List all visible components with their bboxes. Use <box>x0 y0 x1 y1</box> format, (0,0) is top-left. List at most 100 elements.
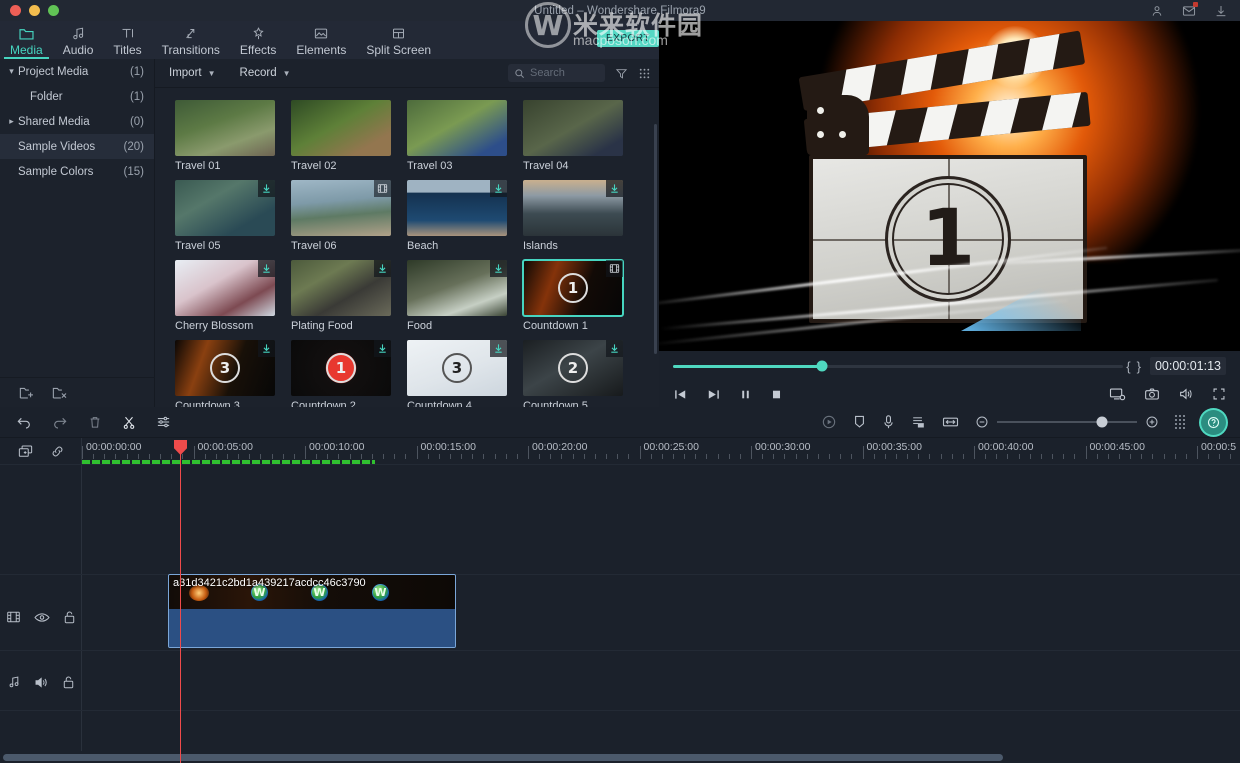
next-frame-icon[interactable] <box>706 388 721 401</box>
media-thumbnail[interactable] <box>291 100 391 156</box>
sidebar-item-sample-colors[interactable]: Sample Colors (15) <box>0 159 154 184</box>
media-thumbnail[interactable]: 3 <box>407 340 507 396</box>
film-icon[interactable] <box>6 610 21 624</box>
cut-icon[interactable] <box>122 415 136 430</box>
delete-folder-icon[interactable] <box>51 385 68 400</box>
search-box[interactable] <box>508 64 605 82</box>
media-thumbnail[interactable] <box>291 180 391 236</box>
tab-effects[interactable]: Effects <box>230 21 286 59</box>
lock-icon[interactable] <box>63 610 76 625</box>
speaker-icon[interactable] <box>34 676 49 689</box>
download-icon[interactable] <box>374 260 391 277</box>
chevron-down-icon[interactable]: ▼ <box>208 69 216 78</box>
grip-icon[interactable] <box>1175 415 1185 429</box>
stop-icon[interactable] <box>770 388 783 401</box>
media-thumbnail[interactable] <box>523 100 623 156</box>
eye-icon[interactable] <box>34 611 50 624</box>
zoom-handle[interactable] <box>1096 416 1108 428</box>
record-button[interactable]: Record ▼ <box>240 67 291 79</box>
fullscreen-icon[interactable] <box>1212 387 1226 401</box>
media-item[interactable]: Food <box>407 260 507 332</box>
media-item[interactable]: Travel 04 <box>523 100 623 172</box>
sidebar-item-project-media[interactable]: ▾ Project Media (1) <box>0 59 154 84</box>
media-item[interactable]: Travel 03 <box>407 100 507 172</box>
media-item[interactable]: Travel 01 <box>175 100 275 172</box>
media-item[interactable]: 1 Countdown 2 <box>291 340 391 407</box>
download-icon[interactable] <box>490 340 507 357</box>
zoom-out-icon[interactable] <box>975 415 989 429</box>
marker-icon[interactable] <box>853 414 866 430</box>
media-item[interactable]: Cherry Blossom <box>175 260 275 332</box>
filter-icon[interactable] <box>615 67 628 80</box>
media-thumbnail[interactable]: 3 <box>175 340 275 396</box>
media-item[interactable]: Islands <box>523 180 623 252</box>
media-item[interactable]: 3 Countdown 3 <box>175 340 275 407</box>
tab-elements[interactable]: Elements <box>286 21 356 59</box>
media-thumbnail[interactable] <box>175 180 275 236</box>
media-thumbnail[interactable] <box>407 180 507 236</box>
media-thumbnail[interactable] <box>175 260 275 316</box>
search-input[interactable] <box>530 67 599 79</box>
media-thumbnail[interactable] <box>291 260 391 316</box>
media-item[interactable]: Travel 05 <box>175 180 275 252</box>
chevron-right-icon[interactable]: ▸ <box>6 116 17 127</box>
zoom-in-icon[interactable] <box>1145 415 1159 429</box>
timeline-clip[interactable]: W W W a31d3421c2bd1a439217acdcc46c3790 <box>168 574 456 648</box>
delete-icon[interactable] <box>88 415 102 430</box>
fit-timeline-icon[interactable] <box>942 415 959 429</box>
download-icon[interactable] <box>258 180 275 197</box>
media-grid-scrollbar[interactable] <box>654 124 657 354</box>
download-icon[interactable] <box>606 180 623 197</box>
download-icon[interactable] <box>490 180 507 197</box>
adjust-icon[interactable] <box>156 415 171 429</box>
add-track-icon[interactable] <box>17 444 34 459</box>
grid-view-icon[interactable] <box>638 67 651 80</box>
tab-transitions[interactable]: Transitions <box>152 21 230 59</box>
download-icon[interactable] <box>258 340 275 357</box>
media-item[interactable]: 3 Countdown 4 <box>407 340 507 407</box>
notes-icon[interactable] <box>911 415 926 430</box>
export-button[interactable]: EXPORT <box>597 30 659 47</box>
timeline-horizontal-scrollbar[interactable] <box>3 754 1003 761</box>
mail-icon[interactable] <box>1182 1 1198 18</box>
download-icon[interactable] <box>606 340 623 357</box>
media-item[interactable]: Travel 02 <box>291 100 391 172</box>
media-item[interactable]: Travel 06 <box>291 180 391 252</box>
record-voiceover-play-icon[interactable] <box>821 414 837 430</box>
download-icon[interactable] <box>374 340 391 357</box>
mark-out-button[interactable]: } <box>1137 359 1141 374</box>
seek-slider[interactable] <box>673 360 1124 372</box>
mic-icon[interactable] <box>882 414 895 430</box>
media-thumbnail[interactable]: 1 <box>522 259 624 317</box>
media-thumbnail[interactable] <box>407 100 507 156</box>
undo-icon[interactable] <box>16 415 32 429</box>
mark-in-button[interactable]: { <box>1126 359 1130 374</box>
media-item[interactable]: Plating Food <box>291 260 391 332</box>
download-icon[interactable] <box>258 260 275 277</box>
tab-split-screen[interactable]: Split Screen <box>356 21 441 59</box>
media-thumbnail[interactable]: 2 <box>523 340 623 396</box>
tab-titles[interactable]: Titles <box>103 21 151 59</box>
media-item[interactable]: 1 Countdown 1 <box>522 259 624 332</box>
chevron-down-icon[interactable]: ▾ <box>6 66 17 77</box>
import-button[interactable]: Import ▼ <box>169 67 216 79</box>
link-icon[interactable] <box>50 444 65 459</box>
tab-media[interactable]: Media <box>0 21 53 59</box>
account-icon[interactable] <box>1150 4 1164 18</box>
media-thumbnail[interactable] <box>175 100 275 156</box>
media-thumbnail[interactable] <box>407 260 507 316</box>
sidebar-item-sample-videos[interactable]: Sample Videos (20) <box>0 134 154 159</box>
download-icon[interactable] <box>1214 4 1228 18</box>
display-settings-icon[interactable] <box>1109 387 1126 401</box>
media-item[interactable]: Beach <box>407 180 507 252</box>
media-thumbnail[interactable] <box>523 180 623 236</box>
volume-icon[interactable] <box>1178 387 1194 401</box>
video-track-lane[interactable]: W W W a31d3421c2bd1a439217acdcc46c3790 <box>82 574 1240 650</box>
media-item[interactable]: 2 Countdown 5 <box>523 340 623 407</box>
new-folder-icon[interactable] <box>18 385 35 400</box>
snapshot-icon[interactable] <box>1144 387 1160 401</box>
seek-handle[interactable] <box>816 360 828 372</box>
media-thumbnail[interactable]: 1 <box>291 340 391 396</box>
redo-icon[interactable] <box>52 415 68 429</box>
timeline-zoom-slider[interactable] <box>975 415 1159 429</box>
